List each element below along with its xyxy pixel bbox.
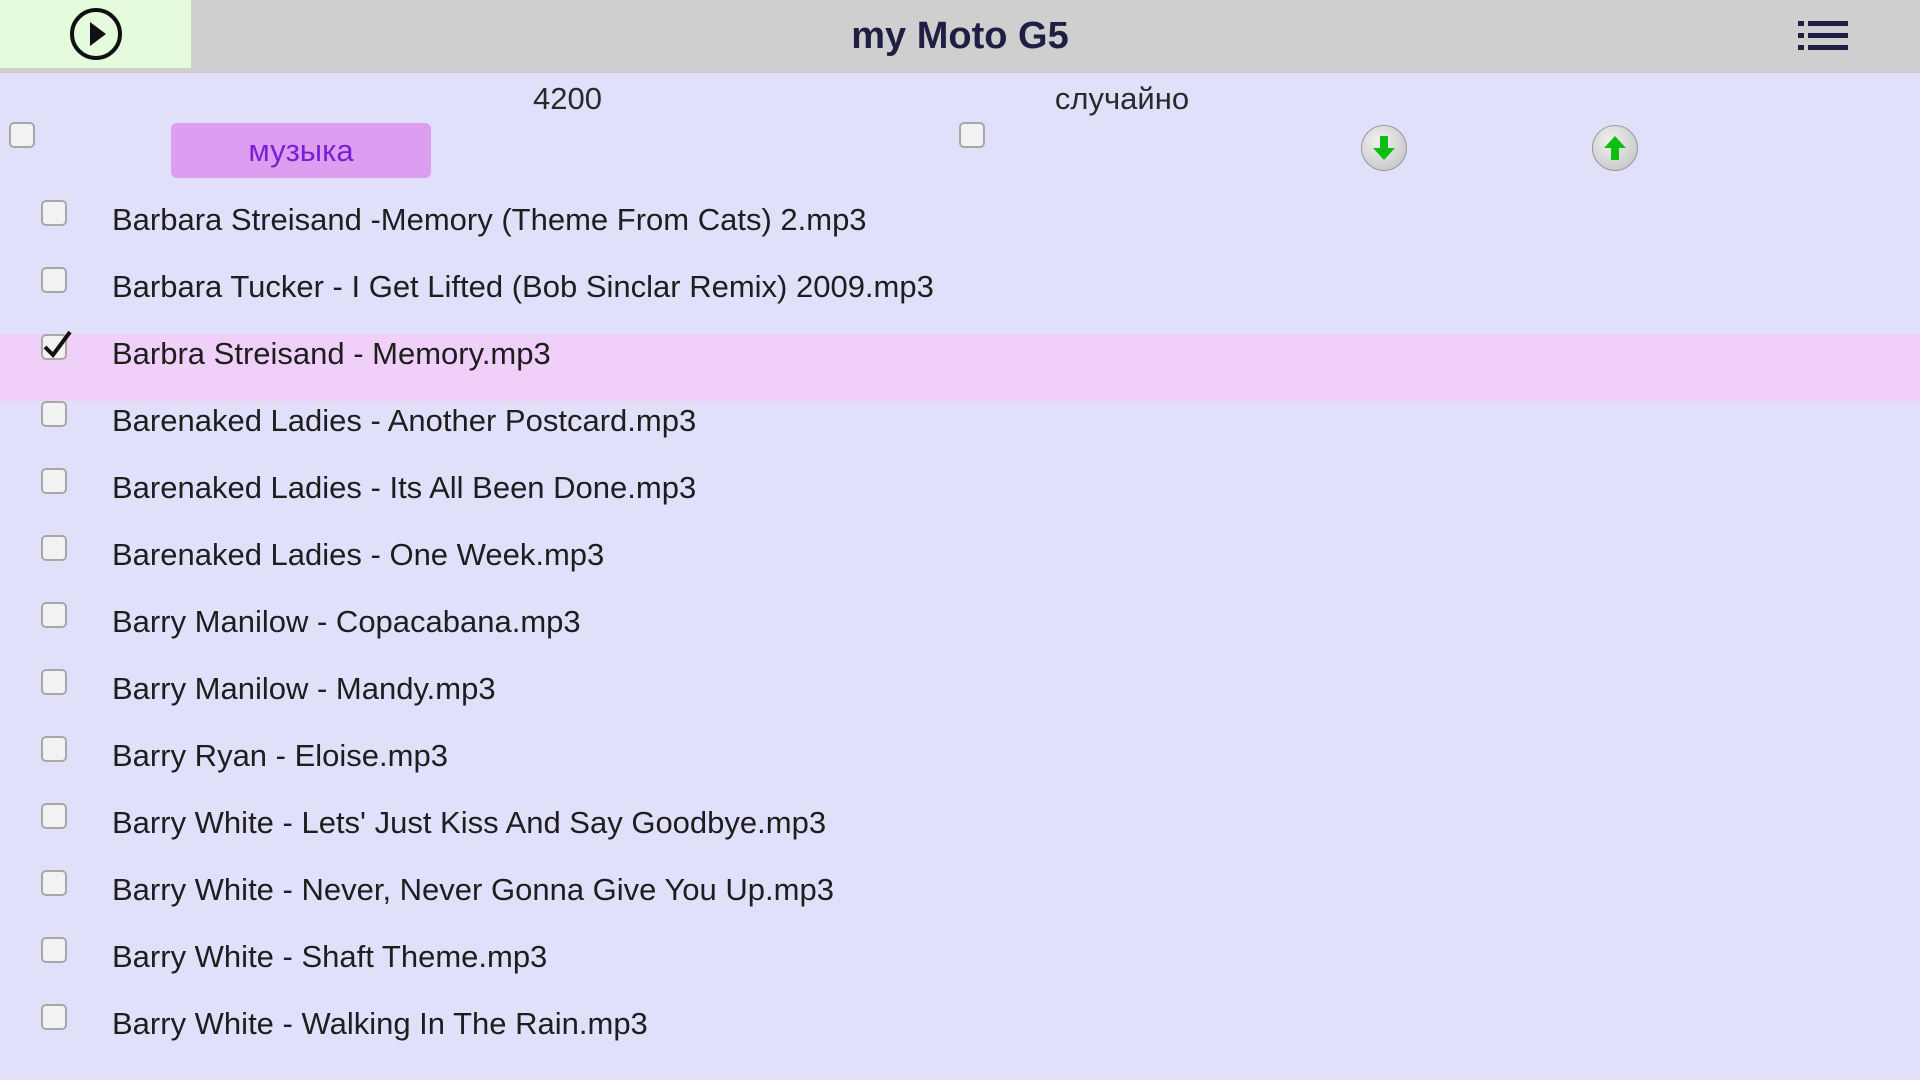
file-checkbox[interactable] xyxy=(41,602,67,628)
list-item[interactable]: Barry White - Shaft Theme.mp3 xyxy=(0,937,1920,1004)
move-up-button[interactable] xyxy=(1592,125,1638,171)
file-checkbox[interactable] xyxy=(41,803,67,829)
arrow-up-icon xyxy=(1604,136,1626,160)
select-all-checkbox[interactable] xyxy=(9,122,35,148)
list-item[interactable]: Barry Manilow - Mandy.mp3 xyxy=(0,669,1920,736)
file-name: Barenaked Ladies - Another Postcard.mp3 xyxy=(112,403,697,438)
list-item[interactable]: Barbra Streisand - Memory.mp3 xyxy=(0,330,1920,401)
app-title: my Moto G5 xyxy=(851,15,1069,57)
file-name: Barry White - Shaft Theme.mp3 xyxy=(112,939,548,974)
list-item[interactable]: Barbara Streisand -Memory (Theme From Ca… xyxy=(0,200,1920,267)
file-name: Barenaked Ladies - One Week.mp3 xyxy=(112,537,605,572)
file-name: Barry White - Walking In The Rain.mp3 xyxy=(112,1006,648,1041)
file-name: Barbra Streisand - Memory.mp3 xyxy=(112,336,551,371)
list-item[interactable]: Barenaked Ladies - One Week.mp3 xyxy=(0,535,1920,602)
file-name: Barbara Streisand -Memory (Theme From Ca… xyxy=(112,202,867,237)
file-checkbox[interactable] xyxy=(41,535,67,561)
title-bar: my Moto G5 xyxy=(0,0,1920,73)
play-button[interactable] xyxy=(0,0,191,68)
menu-button[interactable] xyxy=(1794,15,1852,57)
file-checkbox[interactable] xyxy=(41,401,67,427)
file-checkbox[interactable] xyxy=(41,200,67,226)
file-name: Barenaked Ladies - Its All Been Done.mp3 xyxy=(112,470,697,505)
arrow-down-icon xyxy=(1373,136,1395,160)
shuffle-checkbox[interactable] xyxy=(959,122,985,148)
file-name: Barry Manilow - Mandy.mp3 xyxy=(112,671,496,706)
move-down-button[interactable] xyxy=(1361,125,1407,171)
list-item[interactable]: Barenaked Ladies - Its All Been Done.mp3 xyxy=(0,468,1920,535)
controls-bar: 4200 случайно музыка xyxy=(0,73,1920,200)
music-folder-button[interactable]: музыка xyxy=(171,123,431,178)
file-checkbox[interactable] xyxy=(41,870,67,896)
track-count: 4200 xyxy=(533,81,602,116)
list-item[interactable]: Barry White - Lets' Just Kiss And Say Go… xyxy=(0,803,1920,870)
list-item[interactable]: Barry Ryan - Eloise.mp3 xyxy=(0,736,1920,803)
file-name: Barbara Tucker - I Get Lifted (Bob Sincl… xyxy=(112,269,934,304)
play-circle-icon xyxy=(69,8,122,60)
list-item[interactable]: Barbara Tucker - I Get Lifted (Bob Sincl… xyxy=(0,267,1920,334)
list-item[interactable]: Barry Manilow - Copacabana.mp3 xyxy=(0,602,1920,669)
file-checkbox[interactable] xyxy=(41,736,67,762)
file-name: Barry White - Never, Never Gonna Give Yo… xyxy=(112,872,834,907)
file-checkbox[interactable] xyxy=(41,937,67,963)
list-menu-icon xyxy=(1798,21,1848,50)
file-checkbox[interactable] xyxy=(41,669,67,695)
list-item[interactable]: Barenaked Ladies - Another Postcard.mp3 xyxy=(0,401,1920,468)
shuffle-label: случайно xyxy=(1054,81,1190,116)
file-list: Barbara Streisand -Memory (Theme From Ca… xyxy=(0,200,1920,1071)
file-name: Barry Manilow - Copacabana.mp3 xyxy=(112,604,581,639)
file-checkbox[interactable] xyxy=(41,334,67,360)
app-window: my Moto G5 4200 случайно музыка Barbara … xyxy=(0,0,1920,1080)
file-checkbox[interactable] xyxy=(41,267,67,293)
file-checkbox[interactable] xyxy=(41,468,67,494)
file-name: Barry White - Lets' Just Kiss And Say Go… xyxy=(112,805,827,840)
list-item[interactable]: Barry White - Never, Never Gonna Give Yo… xyxy=(0,870,1920,937)
file-name: Barry Ryan - Eloise.mp3 xyxy=(112,738,448,773)
list-item[interactable]: Barry White - Walking In The Rain.mp3 xyxy=(0,1004,1920,1071)
file-checkbox[interactable] xyxy=(41,1004,67,1030)
